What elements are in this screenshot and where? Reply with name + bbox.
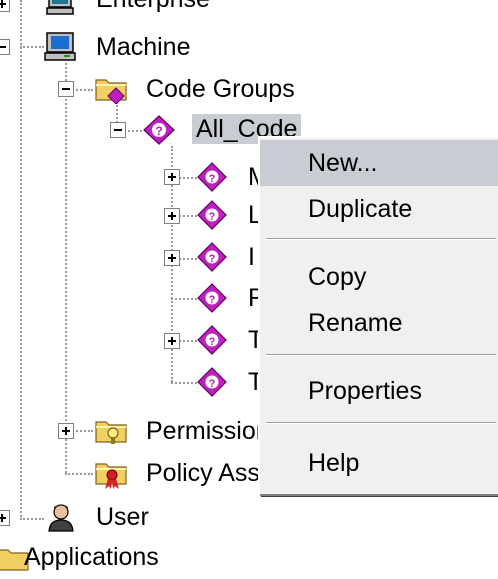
tree-node-enterprise[interactable]: Enterprise (0, 0, 260, 16)
computer-icon (44, 32, 76, 62)
code-group-icon: ? (196, 325, 228, 355)
tree-node-child-code-group[interactable]: ? L (156, 200, 266, 234)
tree-line (20, 0, 22, 520)
menu-item-copy[interactable]: Copy (260, 254, 498, 300)
expand-toggle[interactable] (164, 208, 180, 224)
expand-toggle[interactable] (164, 250, 180, 266)
collapse-toggle[interactable] (0, 39, 10, 55)
expand-toggle[interactable] (58, 423, 74, 439)
code-group-icon: ? (196, 242, 228, 272)
folder-icon (94, 416, 128, 446)
collapse-toggle[interactable] (110, 122, 126, 138)
tree-node-child-code-group[interactable]: ? T (156, 367, 266, 401)
menu-item-label: New... (308, 149, 378, 177)
svg-text:?: ? (209, 211, 216, 223)
menu-item-label: Rename (308, 309, 403, 337)
svg-text:?: ? (209, 336, 216, 348)
tree-node-label: Machine (96, 33, 191, 61)
tree-node-label: I (248, 243, 255, 271)
menu-item-rename[interactable]: Rename (260, 300, 498, 346)
tree-node-applications[interactable]: Applications (0, 540, 260, 574)
menu-item-duplicate[interactable]: Duplicate (260, 186, 498, 232)
code-group-icon: ? (196, 367, 228, 397)
tree-node-label: Applications (24, 543, 159, 571)
tree-node-child-code-group[interactable]: ? R (156, 283, 266, 317)
tree-line (65, 58, 67, 473)
menu-item-new[interactable]: New... (260, 140, 498, 186)
tree-node-child-code-group[interactable]: ? I (156, 242, 266, 276)
collapse-toggle[interactable] (58, 81, 74, 97)
svg-text:?: ? (209, 294, 216, 306)
tree-node-label: User (96, 503, 149, 531)
tree-node-child-code-group[interactable]: ? M (156, 160, 269, 194)
svg-text:?: ? (155, 124, 162, 138)
menu-item-label: Help (308, 449, 360, 477)
menu-separator (266, 422, 496, 424)
code-group-icon: ? (196, 162, 228, 192)
code-group-icon: ? (142, 114, 176, 146)
context-menu: New... Duplicate Copy Rename Properties … (258, 136, 498, 494)
user-icon (46, 502, 76, 532)
tree-node-label: Code Groups (146, 75, 295, 103)
tree-node-code-groups[interactable]: Code Groups (50, 72, 330, 106)
tree-node-child-code-group[interactable]: ? T (156, 325, 266, 359)
svg-text:?: ? (209, 378, 216, 390)
tree-node-machine[interactable]: Machine (0, 30, 260, 64)
folder-icon (94, 458, 128, 490)
expand-toggle[interactable] (0, 0, 10, 12)
expand-toggle[interactable] (0, 510, 10, 526)
menu-item-label: Copy (308, 263, 367, 291)
menu-separator (266, 354, 496, 356)
menu-item-help[interactable]: Help (260, 440, 498, 486)
tree-node-label: Enterprise (96, 0, 210, 14)
computer-icon (46, 0, 74, 16)
folder-icon (94, 74, 128, 105)
menu-item-label: Duplicate (308, 195, 413, 223)
code-group-icon: ? (196, 283, 228, 313)
tree-node-user[interactable]: User (0, 500, 260, 534)
expand-toggle[interactable] (164, 333, 180, 349)
menu-item-properties[interactable]: Properties (260, 368, 498, 414)
menu-separator (266, 238, 496, 240)
code-group-icon: ? (196, 200, 228, 230)
svg-text:?: ? (209, 173, 216, 185)
menu-item-label: Properties (308, 377, 422, 405)
expand-toggle[interactable] (164, 169, 180, 185)
svg-text:?: ? (209, 253, 216, 265)
